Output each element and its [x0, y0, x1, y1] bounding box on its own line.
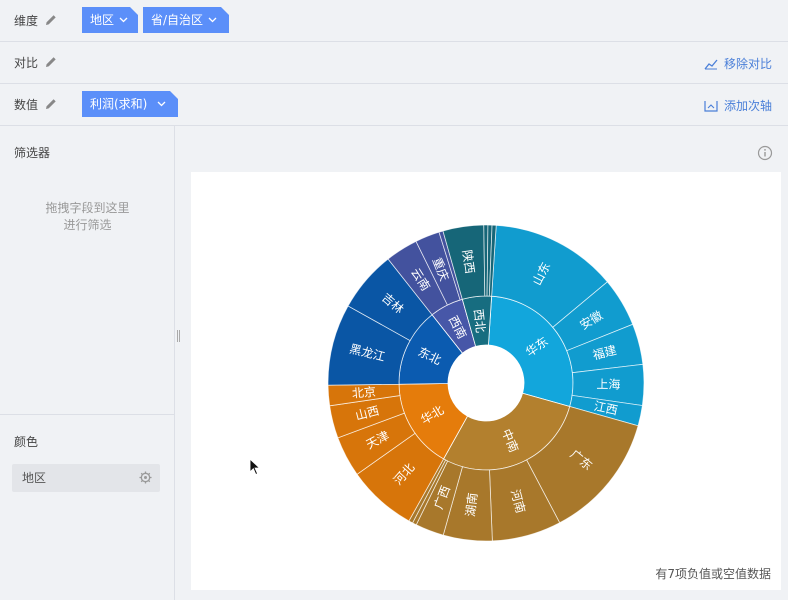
gear-icon[interactable] — [139, 471, 152, 484]
values-label: 数值 — [14, 98, 39, 112]
chevron-down-icon — [157, 99, 166, 108]
remove-compare-button[interactable]: 移除对比 — [704, 55, 772, 72]
filter-title: 筛选器 — [14, 146, 51, 160]
mouse-cursor-icon — [249, 458, 261, 476]
left-panel: 筛选器 拖拽字段到这里 进行筛选 颜色 地区 — [0, 126, 175, 600]
pencil-icon[interactable] — [44, 13, 58, 27]
dimension-pill-province[interactable]: 省/自治区 — [143, 7, 229, 33]
info-icon[interactable] — [757, 145, 773, 161]
chart-note: 有7项负值或空值数据 — [655, 567, 771, 581]
compare-label: 对比 — [14, 56, 39, 70]
pencil-icon[interactable] — [44, 97, 58, 111]
chevron-down-icon — [119, 15, 128, 24]
chart-remove-icon — [704, 59, 718, 69]
color-field-pill[interactable]: 地区 — [12, 464, 160, 492]
add-secondary-axis-button[interactable]: 添加次轴 — [704, 97, 772, 114]
sunburst-chart[interactable]: 华东山东安徽福建上海江西中南广东河南湖南广西华北河北天津山西北京东北黑龙江吉林西… — [191, 172, 781, 590]
axis-add-icon — [704, 100, 718, 112]
panel-divider — [0, 414, 175, 415]
chart-card: 华东 山东 安徽 福建 上海 江西 中南 广东 河南 湖南 广西 华北 河北 天津 山西 北京 东北 黑龙江 吉林西… — [191, 172, 781, 590]
dimension-pill-region[interactable]: 地区 — [82, 7, 138, 33]
panel-resize-handle[interactable] — [177, 330, 180, 342]
compare-shelf: 对比 移除对比 — [0, 42, 788, 84]
dimension-label: 维度 — [14, 14, 39, 28]
province-label-1-2: 湖南 — [462, 492, 480, 518]
values-shelf: 数值 利润(求和) 添加次轴 — [0, 84, 788, 126]
filter-drop-zone[interactable]: 拖拽字段到这里 进行筛选 — [0, 200, 175, 234]
chevron-down-icon — [208, 15, 217, 24]
province-label-0-3: 上海 — [596, 376, 620, 391]
color-title: 颜色 — [14, 435, 39, 449]
pencil-icon[interactable] — [44, 55, 58, 69]
value-pill-profit[interactable]: 利润(求和) — [82, 91, 178, 117]
province-label-2-3: 北京 — [351, 385, 376, 401]
dimension-shelf: 维度 地区 省/自治区 — [0, 0, 788, 42]
region-label-5: 西北 — [471, 308, 487, 333]
